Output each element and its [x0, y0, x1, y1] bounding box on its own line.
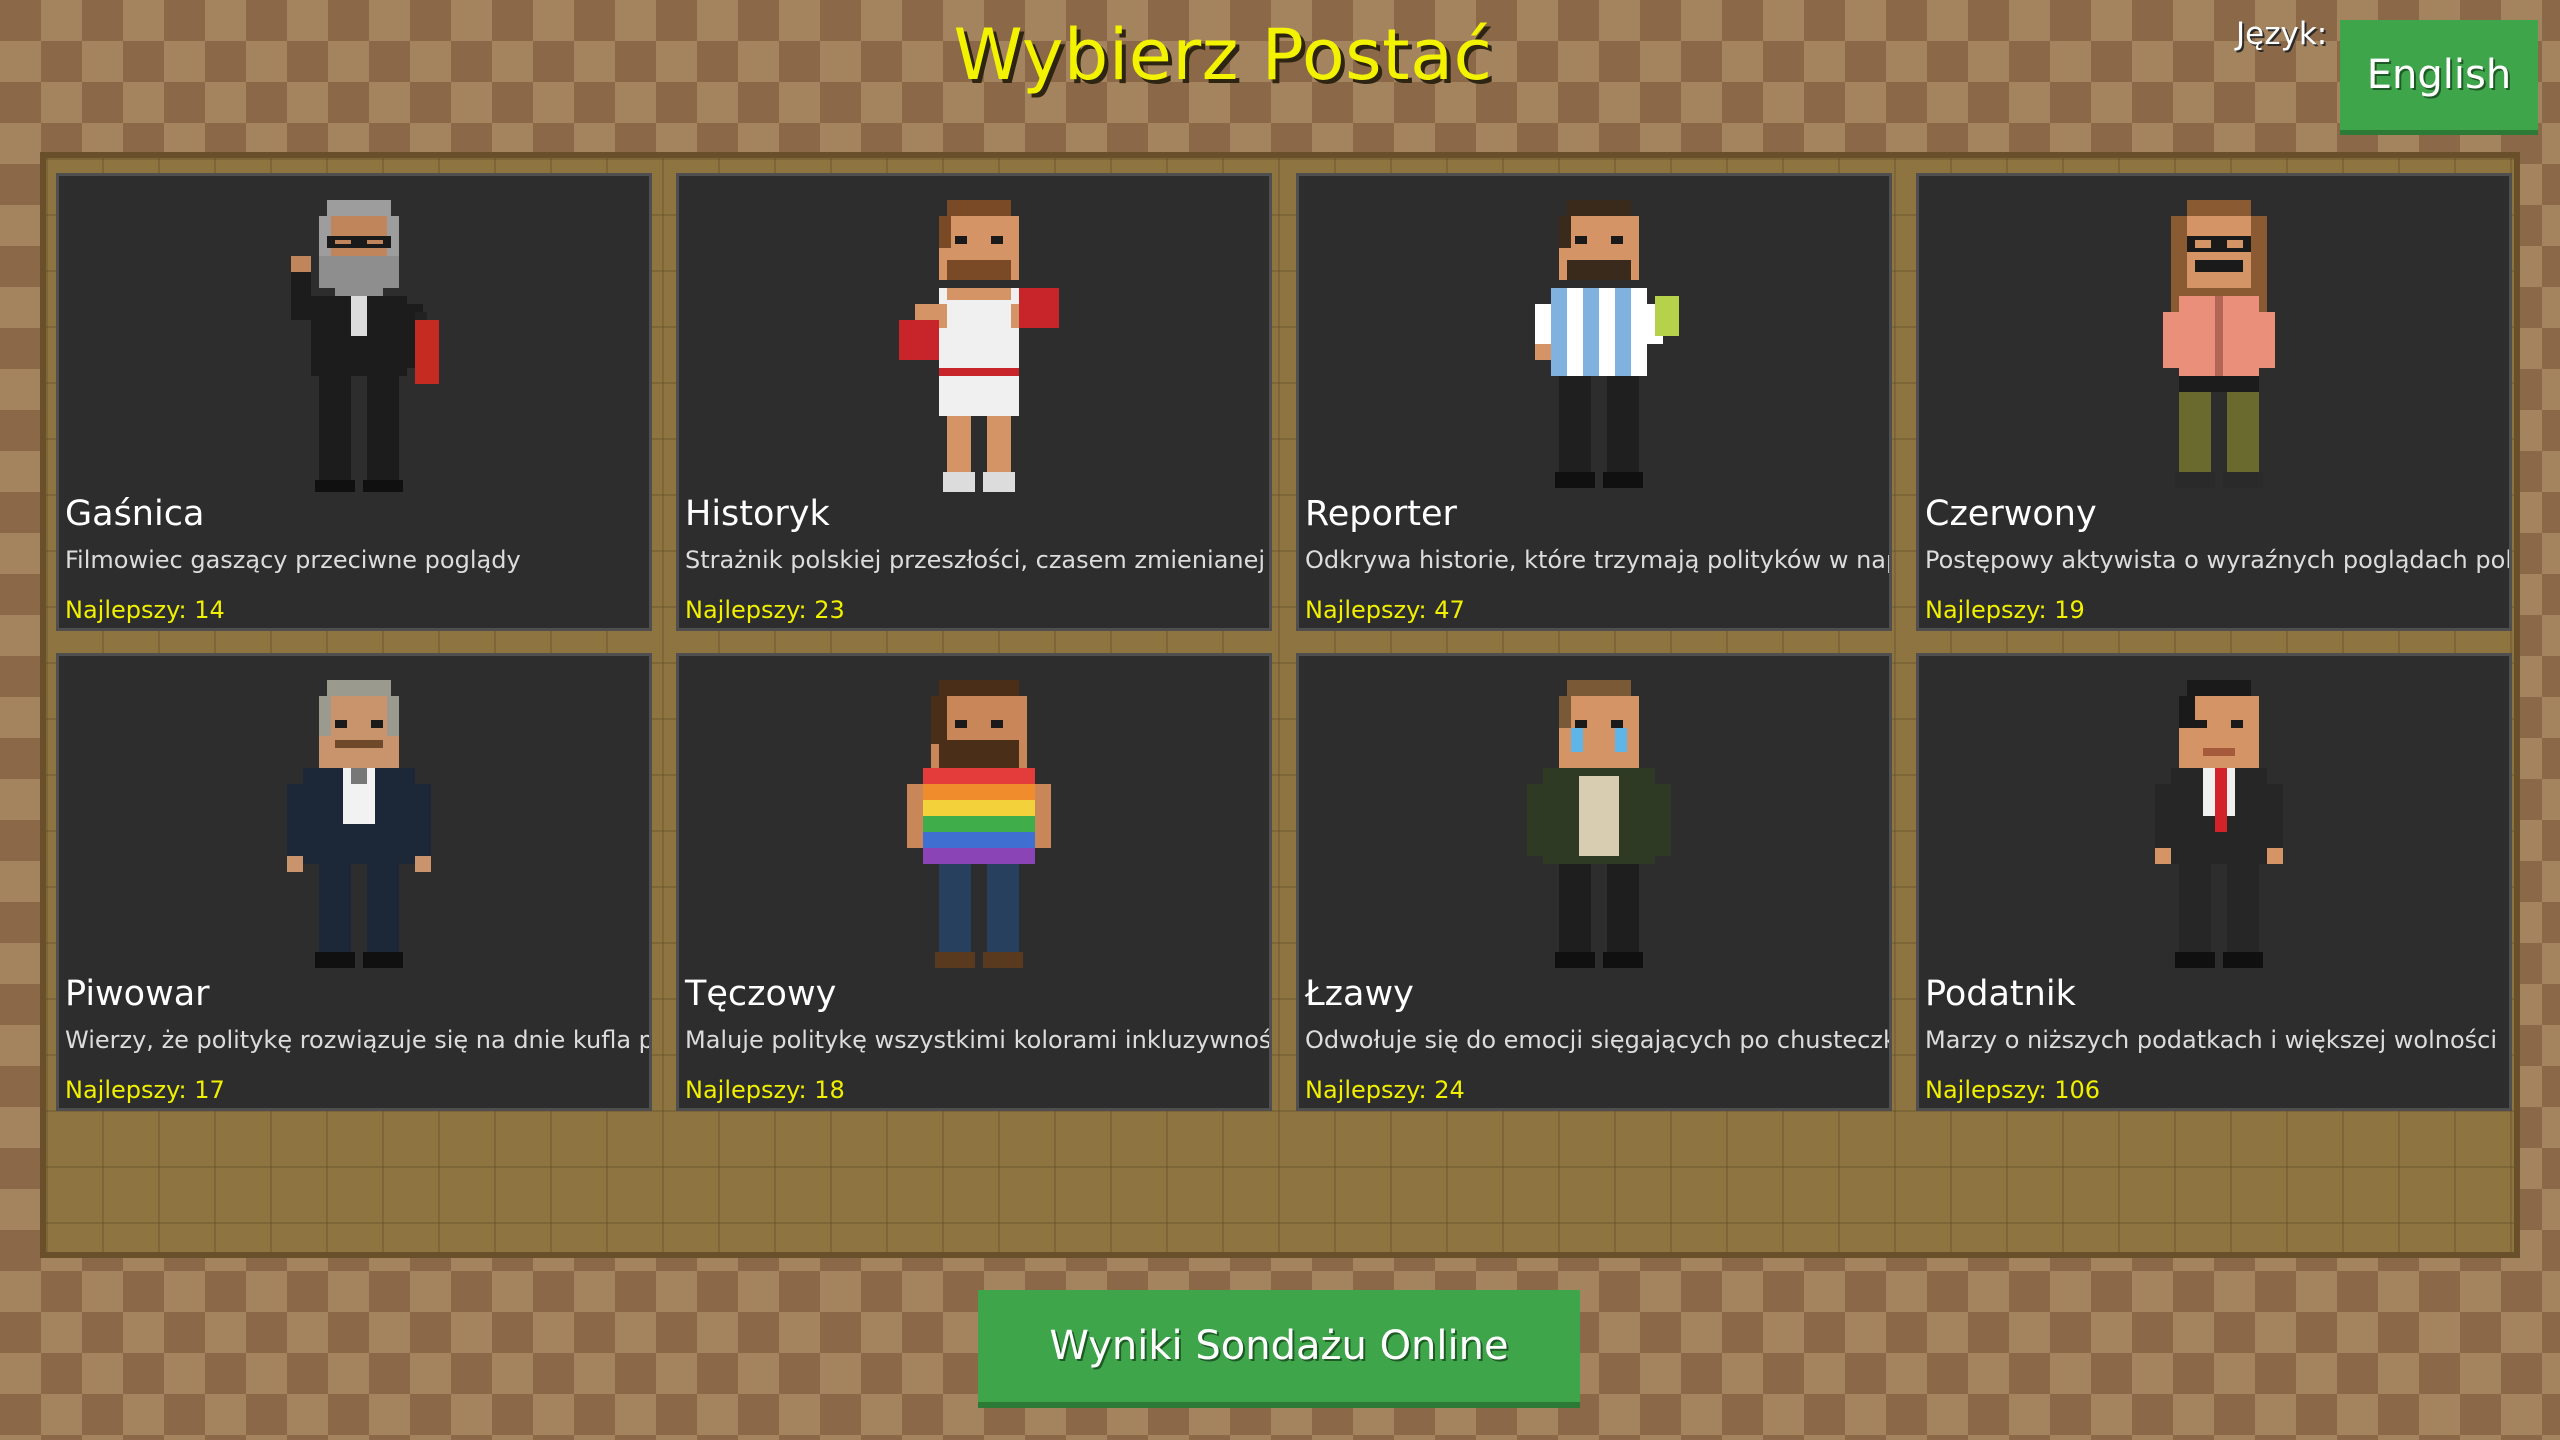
character-name: Piwowar	[65, 974, 210, 1014]
character-sprite-podatnik	[2155, 680, 2283, 968]
character-description: Postępowy aktywista o wyraźnych poglądac…	[1925, 546, 2512, 574]
language-label: Język:	[2236, 16, 2328, 52]
character-card-lzawy[interactable]: Łzawy Odwołuje się do emocji sięgających…	[1296, 653, 1892, 1111]
character-sprite-historyk	[899, 200, 1059, 492]
character-card-historyk[interactable]: Historyk Strażnik polskiej przeszłości, …	[676, 173, 1272, 631]
character-best-score: Najlepszy: 18	[685, 1076, 845, 1104]
character-sprite-gasnica	[291, 200, 439, 492]
character-description: Filmowiec gaszący przeciwne poglądy	[65, 546, 521, 574]
character-name: Podatnik	[1925, 974, 2076, 1014]
character-card-czerwony[interactable]: Czerwony Postępowy aktywista o wyraźnych…	[1916, 173, 2512, 631]
character-sprite-teczowy	[907, 680, 1051, 968]
character-best-score: Najlepszy: 19	[1925, 596, 2085, 624]
character-description: Marzy o niższych podatkach i większej wo…	[1925, 1026, 2497, 1054]
character-name: Gaśnica	[65, 494, 205, 534]
character-description: Odkrywa historie, które trzymają polityk…	[1305, 546, 1889, 574]
character-description: Odwołuje się do emocji sięgających po ch…	[1305, 1026, 1892, 1054]
character-best-score: Najlepszy: 106	[1925, 1076, 2101, 1104]
character-card-reporter[interactable]: Reporter Odkrywa historie, które trzymaj…	[1296, 173, 1892, 631]
language-button[interactable]: English	[2340, 20, 2538, 135]
character-best-score: Najlepszy: 17	[65, 1076, 225, 1104]
character-name: Historyk	[685, 494, 830, 534]
page-title: Wybierz Postać	[953, 14, 1493, 96]
character-name: Reporter	[1305, 494, 1457, 534]
character-best-score: Najlepszy: 14	[65, 596, 225, 624]
character-name: Tęczowy	[685, 974, 837, 1014]
character-sprite-piwowar	[287, 680, 431, 968]
character-card-podatnik[interactable]: Podatnik Marzy o niższych podatkach i wi…	[1916, 653, 2512, 1111]
character-card-teczowy[interactable]: Tęczowy Maluje politykę wszystkimi kolor…	[676, 653, 1272, 1111]
character-grid: Gaśnica Filmowiec gaszący przeciwne pogl…	[40, 152, 2520, 1258]
character-card-piwowar[interactable]: Piwowar Wierzy, że politykę rozwiązuje s…	[56, 653, 652, 1111]
character-name: Łzawy	[1305, 974, 1414, 1014]
character-sprite-czerwony	[2163, 200, 2275, 488]
character-card-gasnica[interactable]: Gaśnica Filmowiec gaszący przeciwne pogl…	[56, 173, 652, 631]
online-poll-results-button[interactable]: Wyniki Sondażu Online	[978, 1290, 1580, 1408]
character-sprite-reporter	[1535, 200, 1679, 488]
character-best-score: Najlepszy: 24	[1305, 1076, 1465, 1104]
character-name: Czerwony	[1925, 494, 2097, 534]
character-sprite-lzawy	[1527, 680, 1671, 968]
character-description: Maluje politykę wszystkimi kolorami inkl…	[685, 1026, 1272, 1054]
character-best-score: Najlepszy: 23	[685, 596, 845, 624]
character-description: Wierzy, że politykę rozwiązuje się na dn…	[65, 1026, 652, 1054]
character-best-score: Najlepszy: 47	[1305, 596, 1465, 624]
character-description: Strażnik polskiej przeszłości, czasem zm…	[685, 546, 1266, 574]
